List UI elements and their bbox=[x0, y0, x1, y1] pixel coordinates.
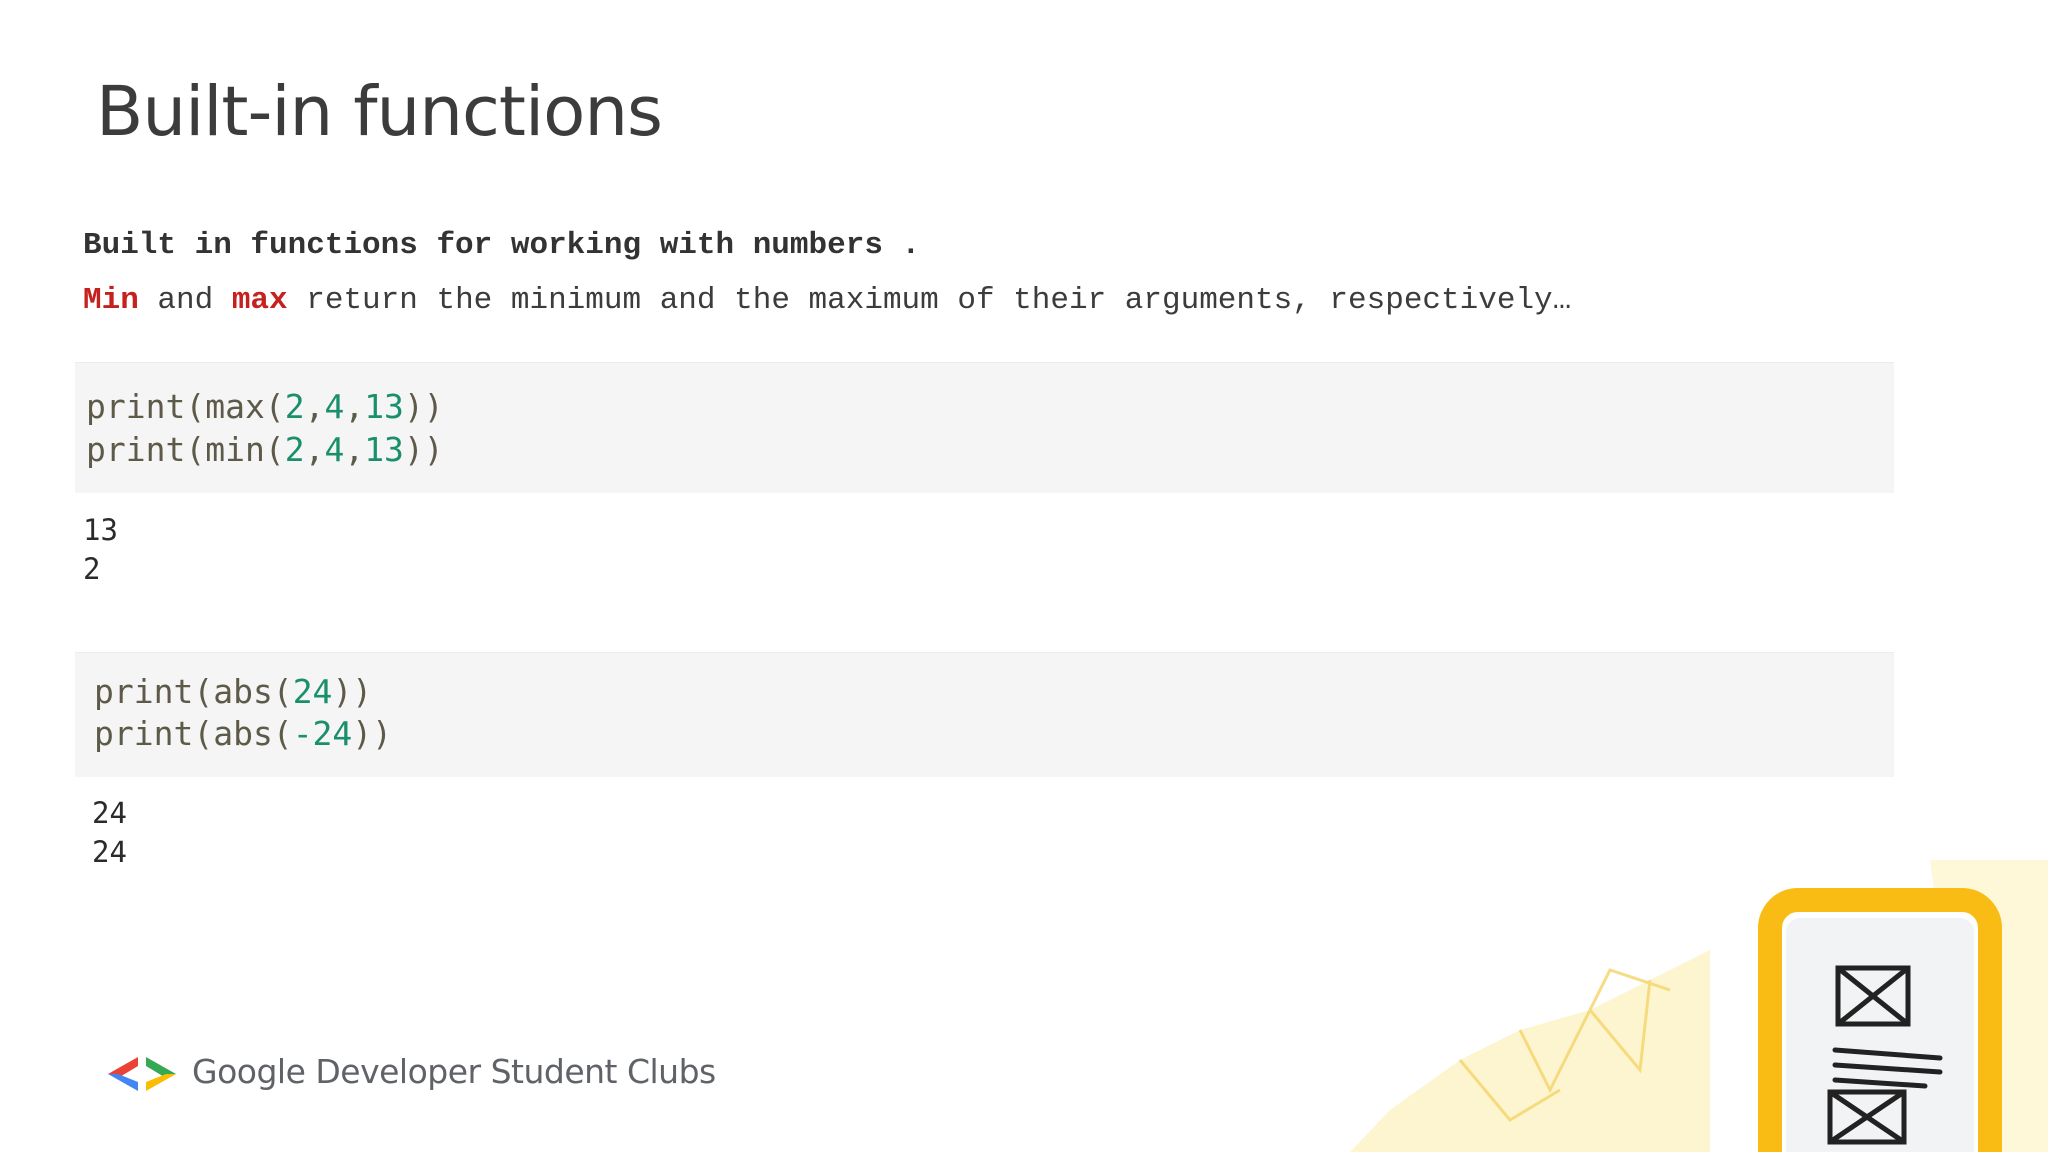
phone-illustration-icon bbox=[1350, 860, 2048, 1152]
code-block-max-min bbox=[75, 362, 1894, 493]
output-line: 13 bbox=[83, 513, 118, 547]
slide-title: Built-in functions bbox=[96, 72, 663, 152]
min-keyword: Min bbox=[83, 283, 139, 318]
code-line-abs-positive: print(abs(24)) bbox=[94, 672, 373, 711]
code-line-max: print(max(2,4,13)) bbox=[86, 387, 444, 426]
code-line-abs-negative: print(abs(-24)) bbox=[94, 714, 393, 753]
output-line: 24 bbox=[92, 796, 127, 830]
subheading: Built in functions for working with numb… bbox=[83, 228, 921, 263]
footer-brand: Google Developer Student Clubs bbox=[192, 1052, 716, 1091]
code-line-min: print(min(2,4,13)) bbox=[86, 430, 444, 469]
max-keyword: max bbox=[231, 283, 288, 318]
gdsc-logo-icon bbox=[108, 1057, 176, 1091]
description-and: and bbox=[138, 283, 232, 318]
description-rest: return the minimum and the maximum of th… bbox=[287, 283, 1572, 318]
slide: { "slide": { "title": "Built-in function… bbox=[0, 0, 2048, 1152]
output-line: 2 bbox=[83, 552, 101, 586]
description: Min and max return the minimum and the m… bbox=[83, 283, 1571, 318]
output-line: 24 bbox=[92, 835, 127, 869]
